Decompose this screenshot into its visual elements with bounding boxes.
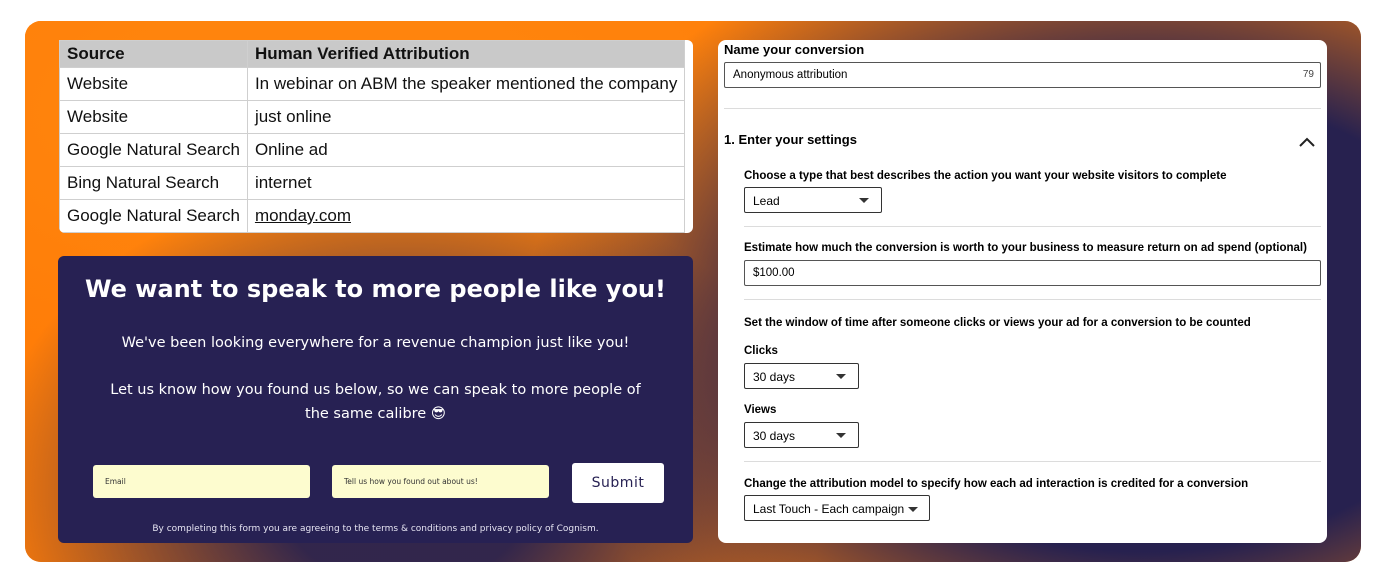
- dropdown-caret-icon: [859, 198, 869, 203]
- table-row: Google Natural Search monday.com: [59, 199, 686, 233]
- views-label: Views: [744, 404, 777, 416]
- column-header-source: Source: [59, 40, 248, 68]
- cell-attribution: just online: [246, 100, 686, 134]
- email-input[interactable]: Email: [93, 465, 310, 498]
- cell-source: Google Natural Search: [59, 199, 248, 233]
- dropdown-caret-icon: [836, 433, 846, 438]
- table-header-row: Source Human Verified Attribution: [59, 40, 686, 68]
- cell-attribution: In webinar on ABM the speaker mentioned …: [246, 67, 686, 101]
- conversion-name-label: Name your conversion: [724, 42, 865, 57]
- submit-button[interactable]: Submit: [572, 463, 664, 503]
- clicks-label: Clicks: [744, 345, 778, 357]
- lead-form-card: We want to speak to more people like you…: [58, 256, 693, 543]
- chevron-up-icon[interactable]: [1298, 136, 1316, 148]
- conversion-type-select[interactable]: Lead: [744, 187, 882, 213]
- character-count: 79: [1302, 69, 1314, 80]
- table-row: Google Natural Search Online ad: [59, 133, 686, 167]
- conversion-value-label: Estimate how much the conversion is wort…: [744, 242, 1307, 254]
- form-intro-text: We've been looking everywhere for a reve…: [121, 335, 630, 351]
- attribution-model-value: Last Touch - Each campaign: [753, 502, 905, 516]
- form-disclaimer: By completing this form you are agreeing…: [152, 524, 599, 534]
- dropdown-caret-icon: [908, 507, 919, 512]
- divider: [744, 461, 1321, 462]
- cell-source: Google Natural Search: [59, 133, 248, 167]
- cell-attribution: internet: [246, 166, 686, 200]
- table-row: Website In webinar on ABM the speaker me…: [59, 67, 686, 101]
- cell-attribution-link[interactable]: monday.com: [246, 199, 686, 233]
- cell-source: Website: [59, 100, 248, 134]
- dropdown-caret-icon: [836, 374, 846, 379]
- attribution-table-card: Source Human Verified Attribution Websit…: [59, 40, 693, 233]
- attribution-window-label: Set the window of time after someone cli…: [744, 317, 1251, 329]
- conversion-name-input[interactable]: Anonymous attribution 79: [724, 62, 1321, 88]
- settings-section-title[interactable]: 1. Enter your settings: [724, 132, 857, 147]
- cell-source: Bing Natural Search: [59, 166, 248, 200]
- cell-source: Website: [59, 67, 248, 101]
- conversion-value-input[interactable]: $100.00: [744, 260, 1321, 286]
- divider: [744, 299, 1321, 300]
- clicks-window-value: 30 days: [753, 370, 796, 384]
- conversion-value-amount: $100.00: [753, 267, 795, 279]
- divider: [724, 108, 1321, 109]
- attribution-model-select[interactable]: Last Touch - Each campaign: [744, 495, 930, 521]
- views-window-select[interactable]: 30 days: [744, 422, 859, 448]
- table-row: Website just online: [59, 100, 686, 134]
- attribution-table: Source Human Verified Attribution Websit…: [59, 40, 686, 233]
- attribution-model-label: Change the attribution model to specify …: [744, 478, 1249, 490]
- views-window-value: 30 days: [753, 429, 796, 443]
- table-row: Bing Natural Search internet: [59, 166, 686, 200]
- conversion-settings-card: Name your conversion Anonymous attributi…: [718, 40, 1327, 543]
- form-heading: We want to speak to more people like you…: [85, 275, 666, 303]
- divider: [744, 226, 1321, 227]
- form-instruction-text: Let us know how you found us below, so w…: [110, 382, 641, 422]
- form-input-row: Email Tell us how you found out about us…: [93, 463, 665, 505]
- conversion-type-label: Choose a type that best describes the ac…: [744, 170, 1227, 182]
- how-found-us-input[interactable]: Tell us how you found out about us!: [332, 465, 549, 498]
- conversion-type-value: Lead: [753, 194, 780, 208]
- conversion-name-value: Anonymous attribution: [733, 69, 848, 81]
- column-header-attribution: Human Verified Attribution: [246, 40, 686, 68]
- clicks-window-select[interactable]: 30 days: [744, 363, 859, 389]
- cell-attribution: Online ad: [246, 133, 686, 167]
